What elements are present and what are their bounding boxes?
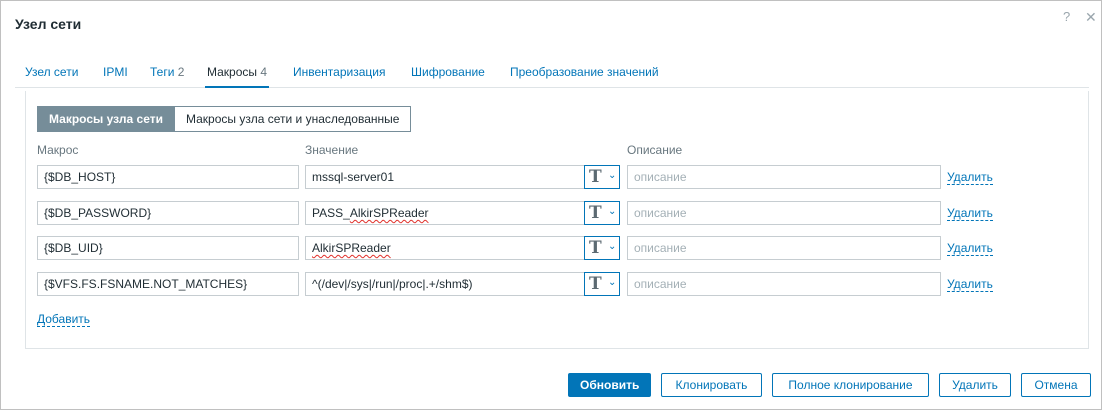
macro-value-input[interactable]: ^(/dev|/sys|/run|/proc|.+/shm$): [305, 272, 585, 296]
inherited-macros-button[interactable]: Макросы узла сети и унаследованные: [174, 106, 412, 132]
macro-description-input[interactable]: описание: [627, 236, 941, 260]
macro-name-input[interactable]: {$DB_PASSWORD}: [37, 201, 299, 225]
cancel-button[interactable]: Отмена: [1021, 373, 1091, 397]
macro-value-input[interactable]: AlkirSPReader: [305, 236, 585, 260]
full-clone-button[interactable]: Полное клонирование: [772, 373, 929, 397]
help-icon[interactable]: ?: [1063, 9, 1070, 24]
tab-value-mapping[interactable]: Преобразование значений: [510, 65, 659, 88]
text-type-icon: T: [589, 238, 602, 258]
chevron-down-icon: ⌄: [608, 206, 617, 217]
tab-encryption[interactable]: Шифрование: [411, 65, 485, 88]
host-macros-button[interactable]: Макросы узла сети: [37, 106, 175, 132]
text-type-icon: T: [589, 274, 602, 294]
chevron-down-icon: ⌄: [608, 170, 617, 181]
remove-macro-link[interactable]: Удалить: [947, 278, 993, 292]
tab-host[interactable]: Узел сети: [25, 65, 78, 88]
spellcheck-error: AlkirSPReader: [349, 206, 429, 220]
value-type-button[interactable]: T ⌄: [584, 272, 620, 296]
add-macro-link[interactable]: Добавить: [37, 313, 91, 327]
spellcheck-error: AlkirSPReader: [312, 241, 391, 255]
macro-name-input[interactable]: {$VFS.FS.FSNAME.NOT_MATCHES}: [37, 272, 299, 296]
column-header-value: Значение: [305, 143, 359, 157]
column-header-description: Описание: [627, 143, 683, 157]
macro-value-input[interactable]: PASS_AlkirSPReader: [305, 201, 585, 225]
chevron-down-icon: ⌄: [608, 277, 617, 288]
tab-ipmi[interactable]: IPMI: [103, 65, 128, 88]
dialog-title: Узел сети: [15, 16, 82, 32]
macro-description-input[interactable]: описание: [627, 165, 941, 189]
macro-name-input[interactable]: {$DB_HOST}: [37, 165, 299, 189]
macro-value-input[interactable]: mssql-server01: [305, 165, 585, 189]
clone-button[interactable]: Клонировать: [661, 373, 762, 397]
remove-macro-link[interactable]: Удалить: [947, 207, 993, 221]
remove-macro-link[interactable]: Удалить: [947, 242, 993, 256]
text-type-icon: T: [589, 203, 602, 223]
host-dialog: Узел сети ? ✕ Узел сети IPMI Теги 2 Макр…: [0, 0, 1102, 410]
macro-name-input[interactable]: {$DB_UID}: [37, 236, 299, 260]
value-type-button[interactable]: T ⌄: [584, 165, 620, 189]
close-icon[interactable]: ✕: [1085, 9, 1097, 26]
column-header-macro: Макрос: [37, 143, 79, 157]
macro-description-input[interactable]: описание: [627, 272, 941, 296]
chevron-down-icon: ⌄: [608, 241, 617, 252]
value-type-button[interactable]: T ⌄: [584, 236, 620, 260]
macro-view-switch: Макросы узла сети Макросы узла сети и ун…: [37, 106, 412, 132]
tab-tags[interactable]: Теги 2: [150, 65, 184, 88]
value-type-button[interactable]: T ⌄: [584, 201, 620, 225]
tab-macros[interactable]: Макросы 4: [205, 65, 270, 88]
text-type-icon: T: [589, 167, 602, 187]
update-button[interactable]: Обновить: [568, 373, 651, 397]
delete-button[interactable]: Удалить: [939, 373, 1011, 397]
macro-description-input[interactable]: описание: [627, 201, 941, 225]
tab-bar: Узел сети IPMI Теги 2 Макросы 4 Инвентар…: [15, 59, 1089, 88]
tab-inventory[interactable]: Инвентаризация: [293, 65, 385, 88]
remove-macro-link[interactable]: Удалить: [947, 171, 993, 185]
